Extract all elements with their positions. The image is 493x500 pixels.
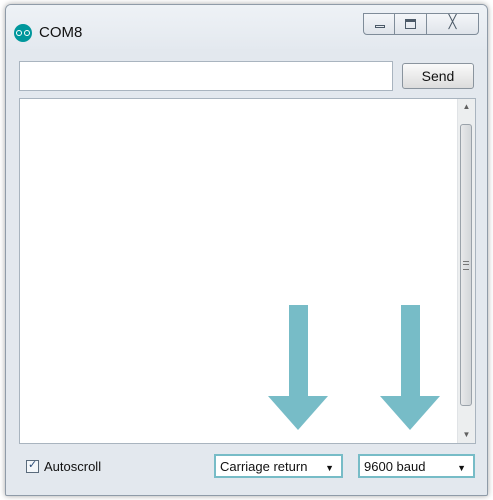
maximize-button[interactable] [395,13,427,35]
line-ending-select[interactable]: Carriage return ▼ [214,454,343,478]
serial-monitor-window: COM8 ╳ Send ▲ ▼ ✓ Autoscroll Carriage re… [5,4,488,496]
arrow-head [380,396,440,430]
autoscroll-option[interactable]: ✓ Autoscroll [26,458,102,474]
close-button[interactable]: ╳ [427,13,479,35]
window-controls: ╳ [363,13,479,37]
send-button[interactable]: Send [402,63,474,89]
grip-icon [463,261,469,270]
window-title: COM8 [39,24,83,41]
scroll-down-arrow-icon[interactable]: ▼ [458,427,475,443]
vertical-scrollbar[interactable]: ▲ ▼ [457,99,475,443]
maximize-icon [405,19,416,29]
minimize-button[interactable] [363,13,395,35]
arrow-shaft [401,305,420,397]
arrow-shaft [289,305,308,397]
autoscroll-checkbox[interactable]: ✓ [26,458,39,473]
send-row: Send [19,61,474,91]
serial-input-field[interactable] [19,61,393,91]
highlight-arrow-baud-rate [380,305,440,430]
scrollbar-thumb[interactable] [460,124,472,406]
baud-rate-value: 9600 baud [364,458,426,474]
scroll-up-arrow-icon[interactable]: ▲ [458,99,475,115]
highlight-arrow-line-ending [268,305,328,430]
arrow-head [268,396,328,430]
title-bar[interactable]: COM8 ╳ [6,5,487,49]
chevron-down-icon: ▼ [325,463,334,473]
line-ending-value: Carriage return [220,458,308,474]
checkmark-icon: ✓ [28,458,38,471]
autoscroll-label: Autoscroll [44,459,102,474]
chevron-down-icon: ▼ [457,463,466,473]
minimize-icon [375,25,385,28]
close-icon: ╳ [448,15,457,30]
arduino-infinity-icon [14,24,32,42]
baud-rate-select[interactable]: 9600 baud ▼ [358,454,475,478]
bottom-bar: ✓ Autoscroll Carriage return ▼ 9600 baud… [6,451,487,485]
